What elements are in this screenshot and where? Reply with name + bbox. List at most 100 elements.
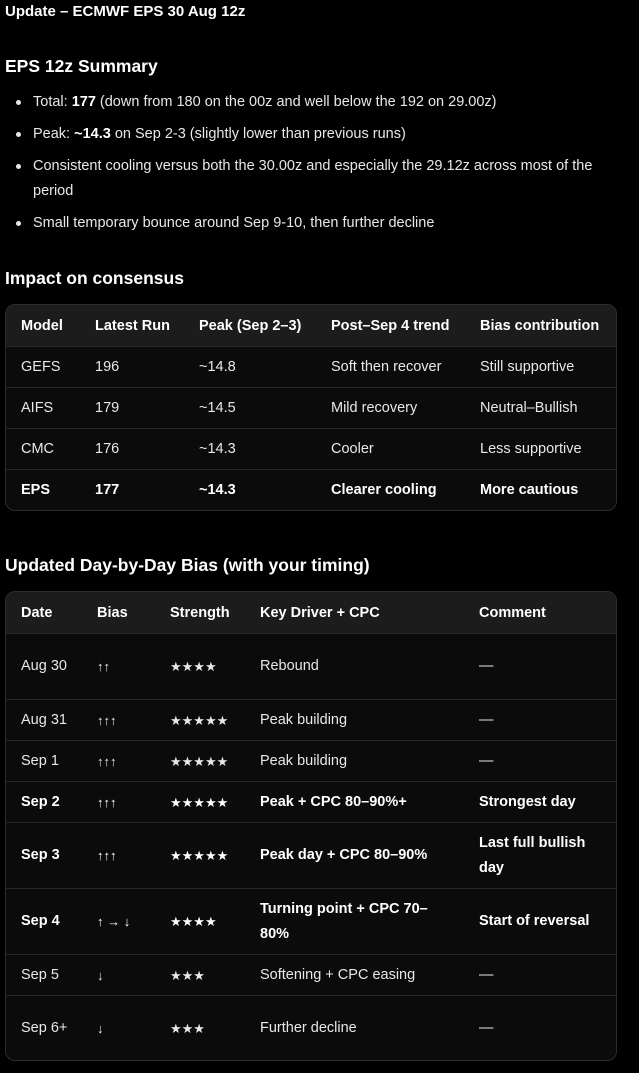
impact-cell-peak: ~14.5 bbox=[184, 387, 316, 429]
summary-item: Total: 177 (down from 180 on the 00z and… bbox=[0, 90, 639, 115]
bias-cell-bias: ↑↑ bbox=[82, 633, 155, 700]
bias-cell-driver: Peak + CPC 80–90%+ bbox=[245, 781, 464, 823]
bias-table-row: Aug 31 ↑↑↑ ★★★★★ Peak building — bbox=[6, 699, 616, 741]
bias-table-row: Sep 6+ ↓ ★★★ Further decline — bbox=[6, 995, 616, 1060]
bias-cell-strength: ★★★★ bbox=[155, 888, 245, 955]
impact-cell-latest: 177 bbox=[80, 469, 184, 510]
bias-column-header: Comment bbox=[479, 604, 546, 621]
impact-cell-bias: Neutral–Bullish bbox=[465, 387, 616, 429]
summary-item: Small temporary bounce around Sep 9-10, … bbox=[0, 211, 639, 236]
bias-cell-date: Sep 1 bbox=[6, 740, 82, 782]
bias-cell-strength: ★★★★★ bbox=[155, 781, 245, 823]
summary-item-value: ~14.3 bbox=[74, 126, 111, 142]
impact-cell-trend: Mild recovery bbox=[316, 387, 465, 429]
impact-column-header: Bias contribution bbox=[480, 317, 600, 334]
bias-table-row: Sep 2 ↑↑↑ ★★★★★ Peak + CPC 80–90%+ Strongest… bbox=[6, 781, 616, 823]
bias-cell-driver: Softening + CPC easing bbox=[245, 954, 464, 996]
bias-cell-bias: ↑↑↑ bbox=[82, 822, 155, 889]
bias-table-header: Date Bias Strength Key Driver + CPC Comment bbox=[6, 592, 616, 634]
bias-cell-date: Sep 6+ bbox=[6, 995, 82, 1060]
bias-cell-date: Sep 5 bbox=[6, 954, 82, 996]
bias-cell-strength: ★★★★★ bbox=[155, 822, 245, 889]
impact-cell-peak: ~14.3 bbox=[184, 428, 316, 470]
bias-cell-comment: Start of reversal bbox=[464, 888, 616, 955]
bias-table-row: Aug 30 ↑↑ ★★★★ Rebound — bbox=[6, 633, 616, 700]
bias-table-row: Sep 4 ↑ → ↓ ★★★★ Turning point + CPC 70–80%… bbox=[6, 888, 616, 955]
impact-column-header: Latest Run bbox=[95, 317, 170, 334]
impact-cell-trend: Soft then recover bbox=[316, 346, 465, 388]
bias-cell-strength: ★★★ bbox=[155, 995, 245, 1060]
impact-table-container: Model Latest Run Peak (Sep 2–3) Post–Sep 4 … bbox=[5, 304, 617, 511]
impact-cell-latest: 176 bbox=[80, 428, 184, 470]
bias-cell-driver: Peak building bbox=[245, 699, 464, 741]
bullet-icon bbox=[16, 164, 21, 169]
bias-cell-comment: Last full bullish day bbox=[464, 822, 616, 889]
bias-table-row: Sep 5 ↓ ★★★ Softening + CPC easing — bbox=[6, 954, 616, 996]
impact-column-header: Model bbox=[21, 317, 63, 334]
summary-list: Total: 177 (down from 180 on the 00z and… bbox=[0, 90, 639, 243]
summary-heading: EPS 12z Summary bbox=[5, 56, 158, 76]
summary-item-text: (down from 180 on the 00z and well below… bbox=[95, 94, 497, 110]
impact-cell-bias: Less supportive bbox=[465, 428, 616, 470]
bias-table-row: Sep 3 ↑↑↑ ★★★★★ Peak day + CPC 80–90% Last f… bbox=[6, 822, 616, 889]
bias-cell-driver: Peak building bbox=[245, 740, 464, 782]
impact-heading: Impact on consensus bbox=[5, 268, 184, 288]
impact-cell-bias: Still supportive bbox=[465, 346, 616, 388]
page-title: Update – ECMWF EPS 30 Aug 12z bbox=[5, 3, 246, 20]
bias-cell-strength: ★★★★★ bbox=[155, 740, 245, 782]
impact-table-header: Model Latest Run Peak (Sep 2–3) Post–Sep 4 … bbox=[6, 305, 616, 347]
bias-cell-driver: Rebound bbox=[245, 633, 464, 700]
impact-table-row: AIFS 179 ~14.5 Mild recovery Neutral–Bullish bbox=[6, 387, 616, 429]
bias-table: Date Bias Strength Key Driver + CPC Comment … bbox=[6, 592, 616, 1060]
summary-item-lead: Total: bbox=[33, 94, 72, 110]
bias-cell-comment: — bbox=[464, 995, 616, 1060]
bias-cell-bias: ↓ bbox=[82, 954, 155, 996]
bias-cell-comment: Strongest day bbox=[464, 781, 616, 823]
impact-cell-model: EPS bbox=[6, 469, 80, 510]
impact-cell-peak: ~14.3 bbox=[184, 469, 316, 510]
impact-cell-model: CMC bbox=[6, 428, 80, 470]
bias-cell-date: Aug 30 bbox=[6, 633, 82, 700]
impact-cell-latest: 179 bbox=[80, 387, 184, 429]
bias-cell-date: Sep 3 bbox=[6, 822, 82, 889]
impact-table-row: CMC 176 ~14.3 Cooler Less supportive bbox=[6, 428, 616, 470]
impact-cell-trend: Clearer cooling bbox=[316, 469, 465, 510]
impact-cell-peak: ~14.8 bbox=[184, 346, 316, 388]
impact-cell-latest: 196 bbox=[80, 346, 184, 388]
summary-item: Consistent cooling versus both the 30.00… bbox=[0, 154, 639, 204]
bias-cell-strength: ★★★★★ bbox=[155, 699, 245, 741]
summary-item: Peak: ~14.3 on Sep 2-3 (slightly lower t… bbox=[0, 122, 639, 147]
summary-item-text: on Sep 2-3 (slightly lower than previous… bbox=[110, 126, 406, 142]
impact-table: Model Latest Run Peak (Sep 2–3) Post–Sep 4 … bbox=[6, 305, 616, 510]
bias-cell-strength: ★★★★ bbox=[155, 633, 245, 700]
impact-cell-model: GEFS bbox=[6, 346, 80, 388]
bias-cell-comment: — bbox=[464, 699, 616, 741]
bias-cell-strength: ★★★ bbox=[155, 954, 245, 996]
bullet-icon bbox=[16, 100, 21, 105]
bias-cell-bias: ↑↑↑ bbox=[82, 699, 155, 741]
bias-cell-bias: ↓ bbox=[82, 995, 155, 1060]
bias-column-header: Date bbox=[21, 604, 53, 621]
summary-item-text: Small temporary bounce around Sep 9-10, … bbox=[33, 215, 435, 231]
bullet-icon bbox=[16, 132, 21, 137]
bias-column-header: Key Driver + CPC bbox=[260, 604, 380, 621]
bias-table-container: Date Bias Strength Key Driver + CPC Comment … bbox=[5, 591, 617, 1061]
bias-cell-bias: ↑ → ↓ bbox=[82, 888, 155, 955]
impact-column-header: Peak (Sep 2–3) bbox=[199, 317, 302, 334]
bias-cell-driver: Peak day + CPC 80–90% bbox=[245, 822, 464, 889]
bias-column-header: Strength bbox=[170, 604, 230, 621]
bias-cell-comment: — bbox=[464, 740, 616, 782]
bias-cell-bias: ↑↑↑ bbox=[82, 740, 155, 782]
impact-cell-bias: More cautious bbox=[465, 469, 616, 510]
bias-cell-comment: — bbox=[464, 633, 616, 700]
summary-item-text: Consistent cooling versus both the 30.00… bbox=[33, 158, 593, 199]
impact-cell-trend: Cooler bbox=[316, 428, 465, 470]
impact-table-row: EPS 177 ~14.3 Clearer cooling More cautious bbox=[6, 469, 616, 510]
impact-table-row: GEFS 196 ~14.8 Soft then recover Still suppo… bbox=[6, 346, 616, 388]
bias-cell-comment: — bbox=[464, 954, 616, 996]
bias-cell-date: Sep 2 bbox=[6, 781, 82, 823]
impact-column-header: Post–Sep 4 trend bbox=[331, 317, 450, 334]
bias-table-row: Sep 1 ↑↑↑ ★★★★★ Peak building — bbox=[6, 740, 616, 782]
summary-item-value: 177 bbox=[71, 94, 96, 110]
impact-cell-model: AIFS bbox=[6, 387, 80, 429]
